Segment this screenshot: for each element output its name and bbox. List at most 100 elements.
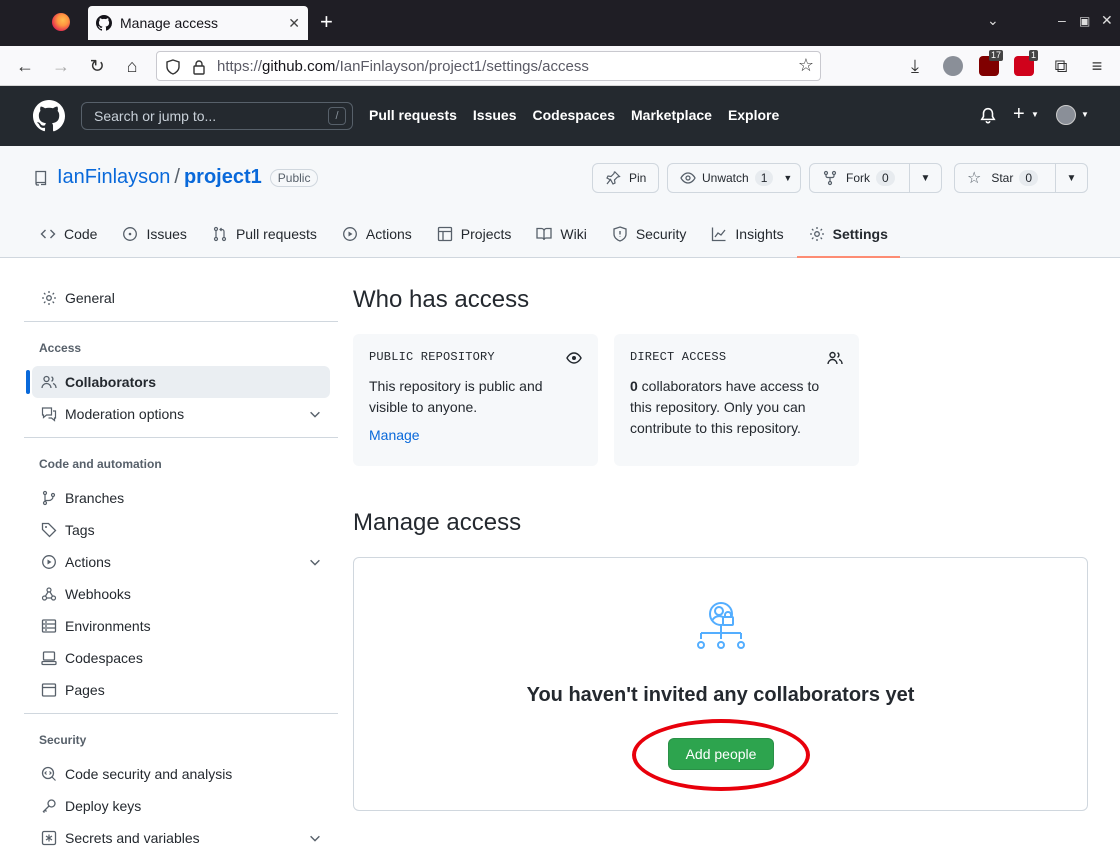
tab-insights-label: Insights [735, 226, 784, 242]
back-icon[interactable]: ← [13, 54, 37, 78]
sidebar-item-webhooks[interactable]: Webhooks [32, 578, 330, 610]
settings-sidebar: General Access Collaborators Moderation … [24, 258, 338, 855]
nav-marketplace[interactable]: Marketplace [631, 107, 712, 123]
bookmark-star-icon[interactable]: ☆ [798, 55, 814, 76]
star-label: Star [991, 171, 1014, 185]
tab-security[interactable]: Security [604, 222, 695, 246]
sidebar-item-branches[interactable]: Branches [32, 482, 330, 514]
sidebar-item-tags[interactable]: Tags [32, 514, 330, 546]
public-repository-card: PUBLIC REPOSITORY This repository is pub… [353, 334, 598, 466]
avatar-caret-icon[interactable]: ▼ [1081, 110, 1089, 119]
chevron-down-icon[interactable] [308, 831, 322, 845]
close-tab-icon[interactable]: ✕ [288, 15, 300, 32]
home-icon[interactable]: ⌂ [120, 54, 144, 78]
browser-tab-bar: Manage access ✕ + ⌄ – ▣ ✕ [0, 0, 1120, 46]
create-caret-icon[interactable]: ▼ [1031, 110, 1039, 119]
star-button[interactable]: ☆ Star 0 ▼ [954, 163, 1088, 193]
sidebar-item-environments[interactable]: Environments [32, 610, 330, 642]
tab-wiki-label: Wiki [560, 226, 587, 242]
tab-wiki[interactable]: Wiki [528, 222, 594, 246]
bell-icon[interactable] [979, 107, 997, 125]
unwatch-button[interactable]: Unwatch 1 ▼ [667, 163, 801, 193]
nav-issues[interactable]: Issues [473, 107, 517, 123]
sidebar-item-actions-label: Actions [65, 554, 111, 570]
fork-icon [823, 170, 837, 186]
sidebar-item-general[interactable]: General [32, 282, 330, 314]
public-repository-title: PUBLIC REPOSITORY [369, 350, 495, 364]
new-tab-icon[interactable]: + [320, 10, 333, 34]
forward-icon[interactable]: → [49, 54, 73, 78]
list-tabs-icon[interactable]: ⌄ [987, 12, 999, 29]
ublock-icon[interactable]: 17 [979, 50, 1003, 76]
sidebar-item-tags-label: Tags [65, 522, 95, 538]
asterisk-icon [41, 830, 57, 846]
create-new-plus-icon[interactable]: + [1013, 103, 1025, 126]
browser-tab[interactable]: Manage access ✕ [88, 6, 308, 40]
maximize-icon[interactable]: ▣ [1079, 14, 1090, 28]
chevron-down-icon[interactable] [308, 407, 322, 421]
menu-icon[interactable]: ≡ [1085, 54, 1109, 78]
shield-icon [613, 226, 627, 242]
extensions-icon[interactable]: ⧉ [1049, 54, 1073, 78]
sidebar-item-pages[interactable]: Pages [32, 674, 330, 706]
sidebar-item-collaborators[interactable]: Collaborators [32, 366, 330, 398]
sidebar-item-pages-label: Pages [65, 682, 105, 698]
url-prefix: https:// [217, 57, 263, 75]
tab-projects-label: Projects [460, 226, 512, 242]
fork-label: Fork [846, 171, 870, 185]
lock-icon[interactable] [192, 59, 206, 75]
tab-security-label: Security [635, 226, 687, 242]
issue-icon [123, 227, 138, 241]
repo-tabs: Code Issues Pull requests Actions Projec… [32, 222, 905, 258]
star-dropdown-icon[interactable]: ▼ [1055, 164, 1087, 192]
repo-name-link[interactable]: project1 [184, 166, 262, 189]
url-domain: github.com [262, 57, 336, 75]
fork-dropdown-icon[interactable]: ▼ [909, 164, 941, 192]
sidebar-item-actions[interactable]: Actions [32, 546, 330, 578]
minimize-icon[interactable]: – [1058, 12, 1066, 28]
fork-button[interactable]: Fork 0 ▼ [809, 163, 942, 193]
downloads-icon[interactable]: ⤓ [903, 54, 927, 78]
user-avatar[interactable] [1056, 105, 1076, 125]
tab-pull-requests[interactable]: Pull requests [204, 222, 325, 246]
sidebar-item-secrets[interactable]: Secrets and variables [32, 822, 330, 854]
nav-explore[interactable]: Explore [728, 107, 779, 123]
sidebar-item-code-security[interactable]: Code security and analysis [32, 758, 330, 790]
shield-icon[interactable] [166, 59, 180, 75]
tab-issues[interactable]: Issues [114, 222, 194, 246]
sidebar-item-code-security-label: Code security and analysis [65, 766, 233, 782]
sidebar-item-codespaces[interactable]: Codespaces [32, 642, 330, 674]
tab-code[interactable]: Code [32, 222, 105, 246]
star-count: 0 [1019, 170, 1039, 186]
tab-actions[interactable]: Actions [334, 222, 420, 246]
reload-icon[interactable]: ↻ [85, 54, 109, 78]
lastpass-icon[interactable]: 1 [1014, 50, 1038, 76]
repo-title: IanFinlayson / project1 Public [33, 166, 319, 189]
url-bar[interactable]: https://github.com/IanFinlayson/project1… [156, 51, 821, 81]
play-circle-icon [42, 555, 56, 569]
tab-settings[interactable]: Settings [796, 222, 901, 258]
empty-state-heading: You haven't invited any collaborators ye… [526, 684, 915, 706]
codespaces-icon [41, 651, 57, 666]
direct-access-text: 0 collaborators have access to this repo… [630, 376, 843, 439]
repo-owner-link[interactable]: IanFinlayson [57, 166, 170, 189]
sidebar-item-moderation[interactable]: Moderation options [32, 398, 330, 430]
nav-codespaces[interactable]: Codespaces [533, 107, 615, 123]
github-logo-icon[interactable] [33, 100, 65, 132]
chevron-down-icon[interactable] [308, 555, 322, 569]
pin-button[interactable]: Pin [592, 163, 659, 193]
firefox-icon[interactable] [52, 13, 70, 31]
ublock-badge: 17 [988, 50, 1003, 61]
avatar-extension-icon[interactable] [943, 56, 963, 76]
close-window-icon[interactable]: ✕ [1101, 12, 1113, 29]
manage-link[interactable]: Manage [369, 427, 582, 443]
tab-projects[interactable]: Projects [429, 222, 520, 246]
tab-insights[interactable]: Insights [703, 222, 791, 246]
nav-pull-requests[interactable]: Pull requests [369, 107, 457, 123]
sidebar-item-environments-label: Environments [65, 618, 151, 634]
tab-code-label: Code [64, 226, 98, 242]
sidebar-item-deploy-keys[interactable]: Deploy keys [32, 790, 330, 822]
search-input[interactable]: Search or jump to... / [81, 102, 353, 130]
sidebar-item-branches-label: Branches [65, 490, 125, 506]
tab-pull-requests-label: Pull requests [235, 226, 317, 242]
